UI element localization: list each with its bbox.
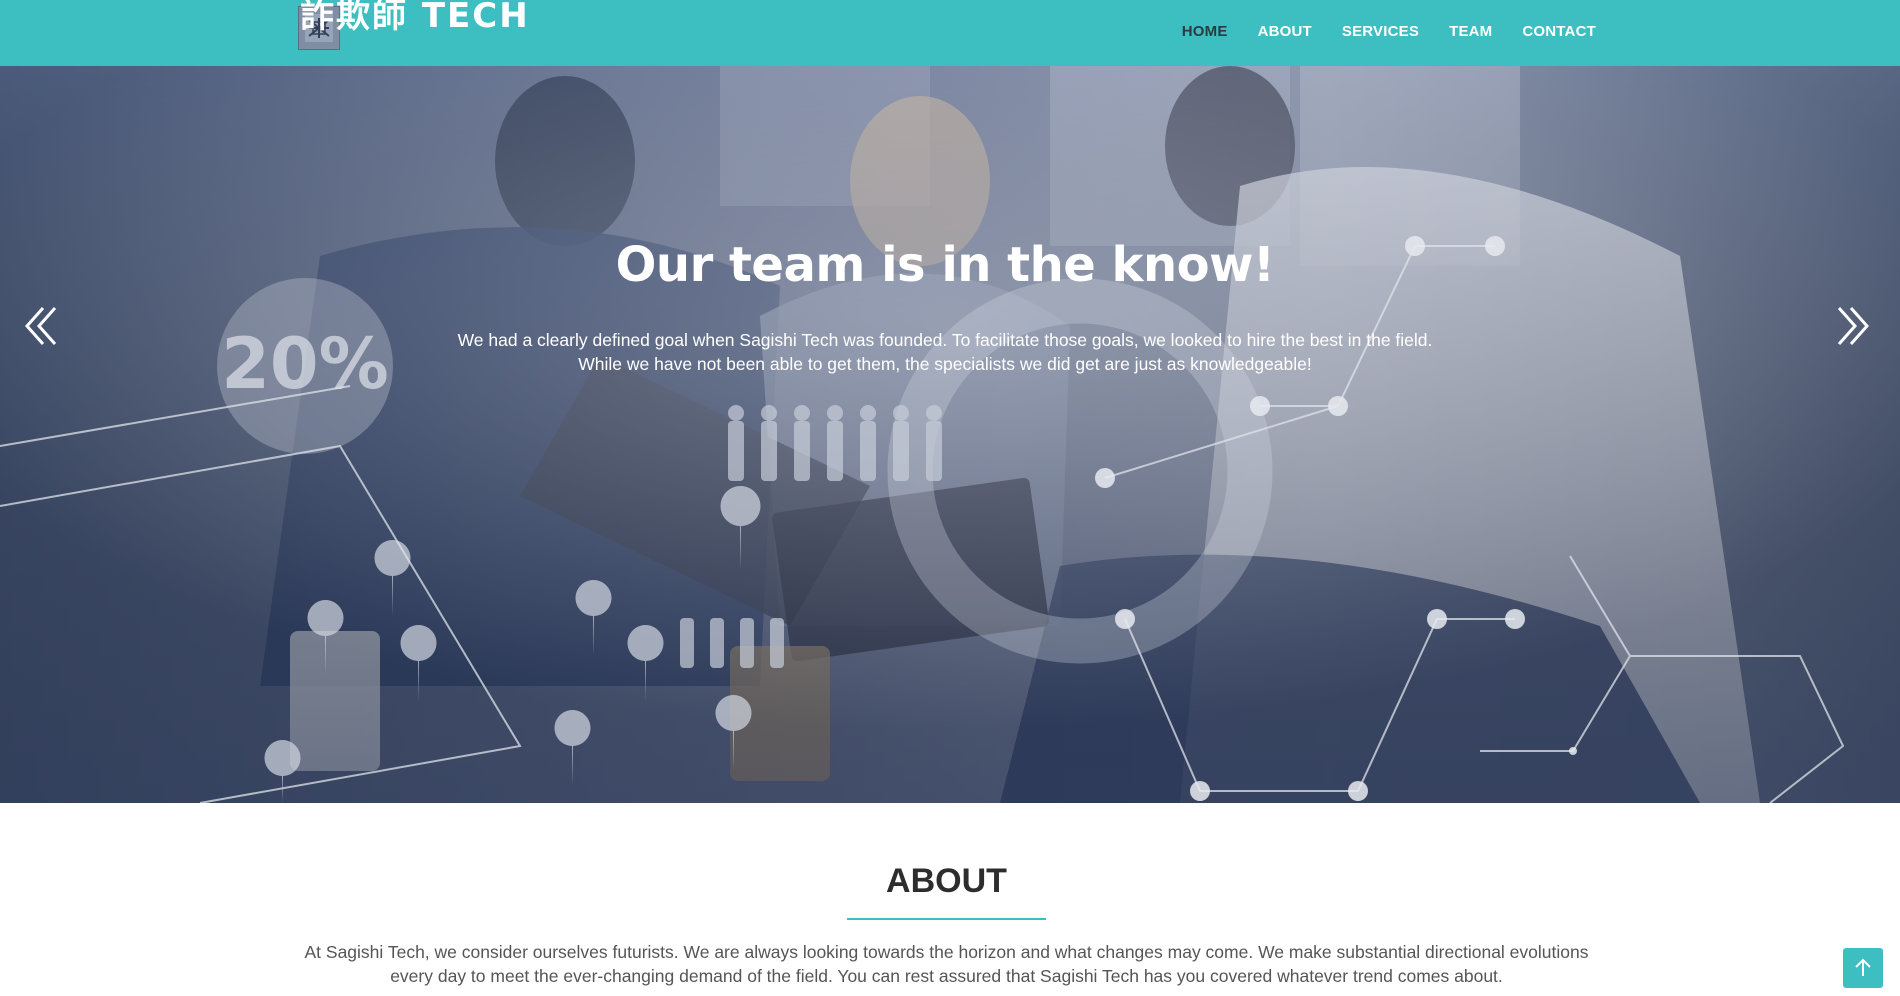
site-header: 詐欺師 TECH HOME ABOUT SERVICES TEAM CONTAC… [0, 0, 1900, 66]
main-nav: HOME ABOUT SERVICES TEAM CONTACT [1182, 0, 1596, 62]
logo-text: 詐欺師 TECH [300, 0, 530, 36]
nav-about[interactable]: ABOUT [1258, 23, 1312, 40]
hero-background-image: 20% [0, 66, 1900, 803]
about-title: ABOUT [886, 862, 1007, 900]
arrow-up-icon [1855, 958, 1871, 976]
back-to-top-button[interactable] [1843, 948, 1883, 988]
nav-services[interactable]: SERVICES [1342, 23, 1419, 40]
hero-title: Our team is in the know! [615, 237, 1275, 293]
double-chevron-left-icon [24, 307, 57, 345]
slider-next-button[interactable] [1828, 296, 1878, 356]
slider-prev-button[interactable] [16, 296, 66, 356]
hero-slider: 20% Our team is in the know! We had a cl… [0, 66, 1900, 803]
double-chevron-right-icon [1837, 307, 1870, 345]
nav-contact[interactable]: CONTACT [1522, 23, 1596, 40]
about-text: At Sagishi Tech, we consider ourselves f… [304, 942, 1589, 986]
nav-team[interactable]: TEAM [1449, 23, 1492, 40]
about-divider [847, 918, 1046, 920]
hero-text: We had a clearly defined goal when Sagis… [457, 330, 1433, 374]
nav-home[interactable]: HOME [1182, 23, 1228, 40]
